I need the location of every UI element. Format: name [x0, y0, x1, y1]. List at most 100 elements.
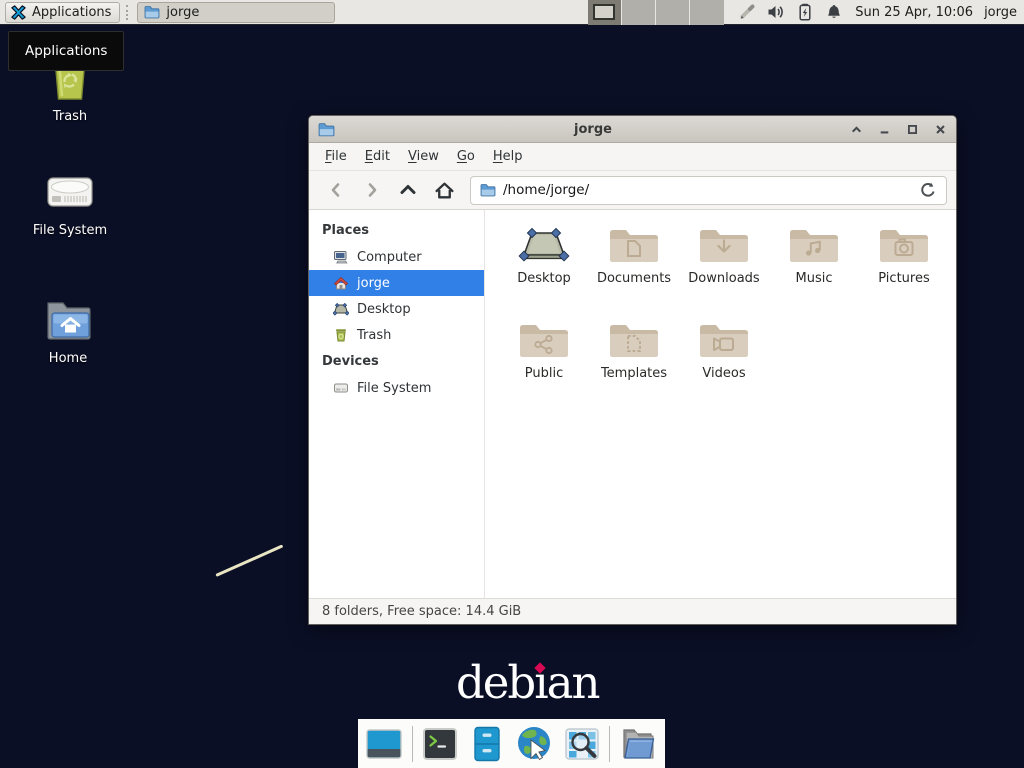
file-item-templates[interactable]: Templates — [589, 318, 679, 413]
terminal-button[interactable] — [421, 723, 460, 765]
sidebar-item-home[interactable]: jorge — [309, 270, 484, 296]
computer-icon — [333, 249, 349, 265]
desktop-icon-label: Trash — [53, 109, 87, 124]
up-button[interactable] — [390, 175, 426, 205]
dock-folder-button[interactable] — [618, 723, 658, 765]
taskbar-window-label: jorge — [166, 5, 199, 20]
applications-menu-button[interactable]: Applications — [5, 2, 120, 23]
sidebar-item-desktop[interactable]: Desktop — [309, 296, 484, 322]
app-finder-icon — [563, 725, 601, 763]
show-desktop-button[interactable] — [365, 723, 404, 765]
file-cabinet-icon — [468, 725, 506, 763]
debian-logo-i: ı — [534, 656, 546, 709]
file-manager-window: jorge File Edit View Go Help — [308, 115, 957, 625]
back-button[interactable] — [318, 175, 354, 205]
username-applet[interactable]: jorge — [984, 5, 1019, 20]
app-finder-button[interactable] — [562, 723, 601, 765]
terminal-icon — [421, 725, 459, 763]
sidebar-item-label: jorge — [357, 276, 390, 291]
sidebar-item-filesystem[interactable]: File System — [309, 375, 484, 401]
stylus-icon[interactable] — [737, 2, 757, 22]
workspace-pager — [588, 0, 724, 25]
home-icon — [333, 275, 349, 291]
dock-separator — [412, 726, 413, 762]
forward-button[interactable] — [354, 175, 390, 205]
top-panel: Applications jorge — [0, 0, 1024, 25]
menu-go[interactable]: Go — [448, 145, 484, 168]
file-grid: Desktop Documents Downloads — [485, 210, 956, 598]
bell-icon[interactable] — [824, 2, 844, 22]
applications-menu-label: Applications — [32, 5, 111, 20]
menu-edit[interactable]: Edit — [356, 145, 399, 168]
workspace-2[interactable] — [622, 0, 656, 25]
hard-drive-icon — [333, 380, 349, 396]
file-item-label: Downloads — [688, 271, 759, 286]
menu-view[interactable]: View — [399, 145, 448, 168]
statusbar: 8 folders, Free space: 14.4 GiB — [309, 598, 956, 624]
file-item-desktop[interactable]: Desktop — [499, 223, 589, 318]
sidebar-item-label: Computer — [357, 250, 422, 265]
window-folder-icon — [318, 122, 336, 137]
templates-folder-icon — [608, 318, 660, 364]
workspace-4[interactable] — [690, 0, 724, 25]
documents-folder-icon — [608, 223, 660, 269]
file-item-documents[interactable]: Documents — [589, 223, 679, 318]
panel-handle[interactable] — [126, 5, 131, 20]
sidebar: Places Computer jorge Desktop Trash — [309, 210, 485, 598]
menu-file[interactable]: File — [316, 145, 356, 168]
sidebar-item-label: Desktop — [357, 302, 411, 317]
minimize-button[interactable] — [878, 123, 891, 136]
dock-separator — [609, 726, 610, 762]
show-desktop-icon — [365, 725, 403, 763]
home-folder-icon — [41, 296, 95, 344]
file-item-music[interactable]: Music — [769, 223, 859, 318]
maximize-button[interactable] — [906, 123, 919, 136]
close-button[interactable] — [934, 123, 947, 136]
menu-help[interactable]: Help — [484, 145, 532, 168]
sidebar-header-devices: Devices — [309, 348, 484, 375]
location-bar[interactable]: /home/jorge/ — [470, 176, 947, 205]
toolbar: /home/jorge/ — [309, 170, 956, 210]
desktop: Applications jorge — [0, 0, 1024, 768]
battery-icon[interactable] — [795, 2, 815, 22]
file-item-public[interactable]: Public — [499, 318, 589, 413]
hard-drive-icon — [43, 170, 97, 216]
workspace-window-thumb — [593, 4, 615, 20]
titlebar[interactable]: jorge — [309, 116, 956, 143]
file-item-pictures[interactable]: Pictures — [859, 223, 949, 318]
clock[interactable]: Sun 25 Apr, 10:06 — [853, 5, 975, 20]
folder-icon — [144, 5, 160, 19]
debian-logo: debıan — [456, 656, 598, 709]
music-folder-icon — [788, 223, 840, 269]
desktop-trapezoid-icon — [518, 223, 570, 269]
downloads-folder-icon — [698, 223, 750, 269]
desktop-icon-label: Home — [49, 351, 87, 366]
workspace-3[interactable] — [656, 0, 690, 25]
sidebar-header-places: Places — [309, 217, 484, 244]
file-item-videos[interactable]: Videos — [679, 318, 769, 413]
shade-button[interactable] — [850, 123, 863, 136]
debian-logo-right: an — [547, 656, 599, 709]
desktop-icon-home[interactable]: Home — [12, 296, 124, 366]
home-button[interactable] — [426, 175, 462, 205]
sidebar-item-trash[interactable]: Trash — [309, 322, 484, 348]
workspace-1[interactable] — [588, 0, 622, 25]
sidebar-item-computer[interactable]: Computer — [309, 244, 484, 270]
web-browser-button[interactable] — [514, 723, 554, 765]
desktop-icon-filesystem[interactable]: File System — [14, 170, 126, 238]
location-path: /home/jorge/ — [503, 182, 589, 198]
applications-tooltip: Applications — [8, 31, 124, 71]
pictures-folder-icon — [878, 223, 930, 269]
file-item-label: Public — [525, 366, 563, 381]
file-cabinet-button[interactable] — [468, 723, 507, 765]
status-text: 8 folders, Free space: 14.4 GiB — [322, 604, 521, 619]
file-item-label: Desktop — [517, 271, 571, 286]
desktop-icon — [333, 301, 349, 317]
reload-button[interactable] — [919, 181, 937, 199]
panel-right-cluster: Sun 25 Apr, 10:06 jorge — [588, 0, 1019, 25]
taskbar-window-button[interactable]: jorge — [137, 2, 335, 23]
folder-icon — [617, 724, 659, 764]
volume-icon[interactable] — [766, 2, 786, 22]
trash-icon — [333, 327, 349, 343]
file-item-downloads[interactable]: Downloads — [679, 223, 769, 318]
